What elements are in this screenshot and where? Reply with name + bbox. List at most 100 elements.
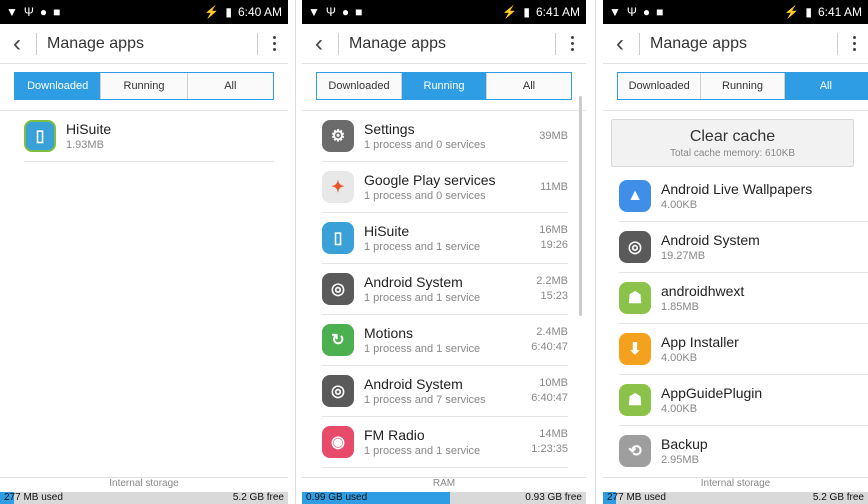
action-bar: ‹ Manage apps: [603, 24, 868, 64]
app-name: FM Radio: [364, 427, 425, 443]
battery-icon: ▮: [523, 5, 530, 19]
run-time: 6:40:47: [531, 341, 568, 353]
android-system-icon: ◎: [619, 231, 651, 263]
app-list: ▲ Android Live Wallpapers 4.00KB ◎ Android S…: [619, 171, 868, 475]
page-title: Manage apps: [47, 34, 144, 52]
wifi-icon: ▼: [6, 5, 18, 19]
action-bar: ‹ Manage apps: [0, 24, 288, 64]
signal-icon: ⚡: [502, 5, 518, 19]
app-info: HiSuite 1 process and 1 service: [364, 223, 539, 253]
list-item[interactable]: ☗ androidhwext 1.85MB: [619, 273, 868, 324]
tab-running[interactable]: Running: [701, 73, 785, 99]
list-item[interactable]: ◉ FM Radio 1 process and 1 service 14MB 1:23…: [322, 417, 568, 468]
overflow-menu-icon[interactable]: [848, 36, 860, 51]
app-usage: 16MB 19:26: [539, 223, 568, 253]
list-item[interactable]: ◎ Android System 19.27MB: [619, 222, 868, 273]
app-usage: 10MB 6:40:47: [531, 376, 568, 406]
status-time: 6:40 AM: [237, 5, 282, 19]
notification-icon: ●: [341, 5, 350, 19]
tab-downloaded[interactable]: Downloaded: [317, 73, 402, 99]
back-arrow-icon[interactable]: ‹: [6, 31, 28, 56]
back-arrow-icon[interactable]: ‹: [609, 31, 631, 56]
app-name: Android System: [364, 274, 463, 290]
memory-size: 2.4MB: [536, 326, 568, 338]
status-time: 6:41 AM: [817, 5, 862, 19]
wifi-icon: ▼: [308, 5, 320, 19]
app-info: androidhwext 1.85MB: [661, 283, 868, 313]
tab-running[interactable]: Running: [101, 73, 188, 99]
divider: [603, 110, 868, 111]
android-robot-icon: ☗: [619, 282, 651, 314]
settings-gear-icon: ⚙: [322, 120, 354, 152]
usb-icon: Ψ: [626, 5, 637, 19]
app-detail: 1.85MB: [661, 301, 699, 313]
list-item[interactable]: ☗ AppGuidePlugin 4.00KB: [619, 375, 868, 426]
app-detail: 19.27MB: [661, 250, 706, 262]
clear-cache-label: Clear cache: [689, 128, 776, 145]
list-item[interactable]: ⟲ Backup 2.95MB: [619, 426, 868, 475]
app-info: Backup 2.95MB: [661, 436, 868, 466]
list-item-hisuite[interactable]: ▯ HiSuite 1.93MB: [24, 111, 274, 162]
list-item[interactable]: ↻ Motions 1 process and 1 service 2.4MB 6:40…: [322, 315, 568, 366]
app-info: Android System 1 process and 7 services: [364, 376, 531, 406]
app-info: HiSuite 1.93MB: [66, 121, 274, 151]
app-info: Android System 19.27MB: [661, 232, 868, 262]
storage-footer: Internal storage 277 MB used 5.2 GB free: [603, 477, 868, 504]
app-name: Backup: [661, 436, 708, 452]
page-title: Manage apps: [349, 34, 446, 52]
tab-all[interactable]: All: [784, 73, 867, 99]
tab-running[interactable]: Running: [402, 73, 487, 99]
tab-all[interactable]: All: [487, 73, 571, 99]
list-item[interactable]: ⚙ Settings 1 process and 0 services 39MB: [322, 111, 568, 162]
notification-icon: ●: [39, 5, 48, 19]
clear-cache-button[interactable]: Clear cache Total cache memory: 610KB: [611, 119, 854, 167]
action-bar: ‹ Manage apps: [302, 24, 586, 64]
memory-size: 10MB: [539, 377, 568, 389]
list-item[interactable]: ⬇ App Installer 4.00KB: [619, 324, 868, 375]
storage-free: 5.2 GB free: [812, 492, 864, 503]
hisuite-icon: ▯: [322, 222, 354, 254]
app-usage: 2.2MB 15:23: [536, 274, 568, 304]
memory-size: 39MB: [539, 129, 568, 142]
app-info: Settings 1 process and 0 services: [364, 121, 539, 151]
tab-all[interactable]: All: [187, 73, 273, 99]
ram-free: 0.93 GB free: [525, 492, 582, 503]
app-list: ▯ HiSuite 1.93MB: [24, 111, 274, 162]
app-name: AppGuidePlugin: [661, 385, 763, 401]
motions-icon: ↻: [322, 324, 354, 356]
storage-used: 277 MB used: [4, 492, 63, 503]
app-detail: 1 process and 1 service: [364, 292, 481, 304]
overflow-menu-icon[interactable]: [268, 36, 280, 51]
list-item[interactable]: ▯ HiSuite 1 process and 1 service 16MB 19:26: [322, 213, 568, 264]
android-robot-icon: ☗: [619, 384, 651, 416]
ram-used: 0.99 GB used: [306, 492, 368, 503]
memory-size: 11MB: [540, 180, 568, 193]
screen-divider: [295, 0, 296, 504]
app-info: Motions 1 process and 1 service: [364, 325, 531, 355]
tab-bar: Downloaded Running All: [14, 72, 274, 100]
storage-footer: Internal storage 277 MB used 5.2 GB free: [0, 477, 288, 504]
tab-downloaded[interactable]: Downloaded: [15, 73, 102, 99]
gamepad-icon: ■: [656, 5, 664, 19]
status-bar: ▼ Ψ ● ■ ⚡ ▮ 6:41 AM: [603, 0, 868, 24]
overflow-menu-icon[interactable]: [566, 36, 578, 51]
app-installer-icon: ⬇: [619, 333, 651, 365]
app-size: 1.93MB: [66, 139, 104, 151]
list-item[interactable]: ◎ Android System 1 process and 7 services 1…: [322, 366, 568, 417]
memory-size: 14MB: [539, 428, 568, 440]
back-arrow-icon[interactable]: ‹: [308, 31, 330, 56]
live-wallpapers-icon: ▲: [619, 180, 651, 212]
signal-icon: ⚡: [204, 5, 220, 19]
gamepad-icon: ■: [355, 5, 363, 19]
storage-bar: 277 MB used 5.2 GB free: [603, 492, 868, 504]
list-item[interactable]: ✦ Google Play services 1 process and 0 ser…: [322, 162, 568, 213]
list-item[interactable]: ▲ Android Live Wallpapers 4.00KB: [619, 171, 868, 222]
fm-radio-icon: ◉: [322, 426, 354, 458]
tab-downloaded[interactable]: Downloaded: [618, 73, 702, 99]
app-detail: 1 process and 1 service: [364, 445, 481, 457]
screen-divider: [595, 0, 596, 504]
run-time: 1:23:35: [531, 443, 568, 455]
scrollbar[interactable]: [579, 96, 582, 316]
divider: [338, 32, 339, 55]
list-item[interactable]: ◎ Android System 1 process and 1 service 2.…: [322, 264, 568, 315]
